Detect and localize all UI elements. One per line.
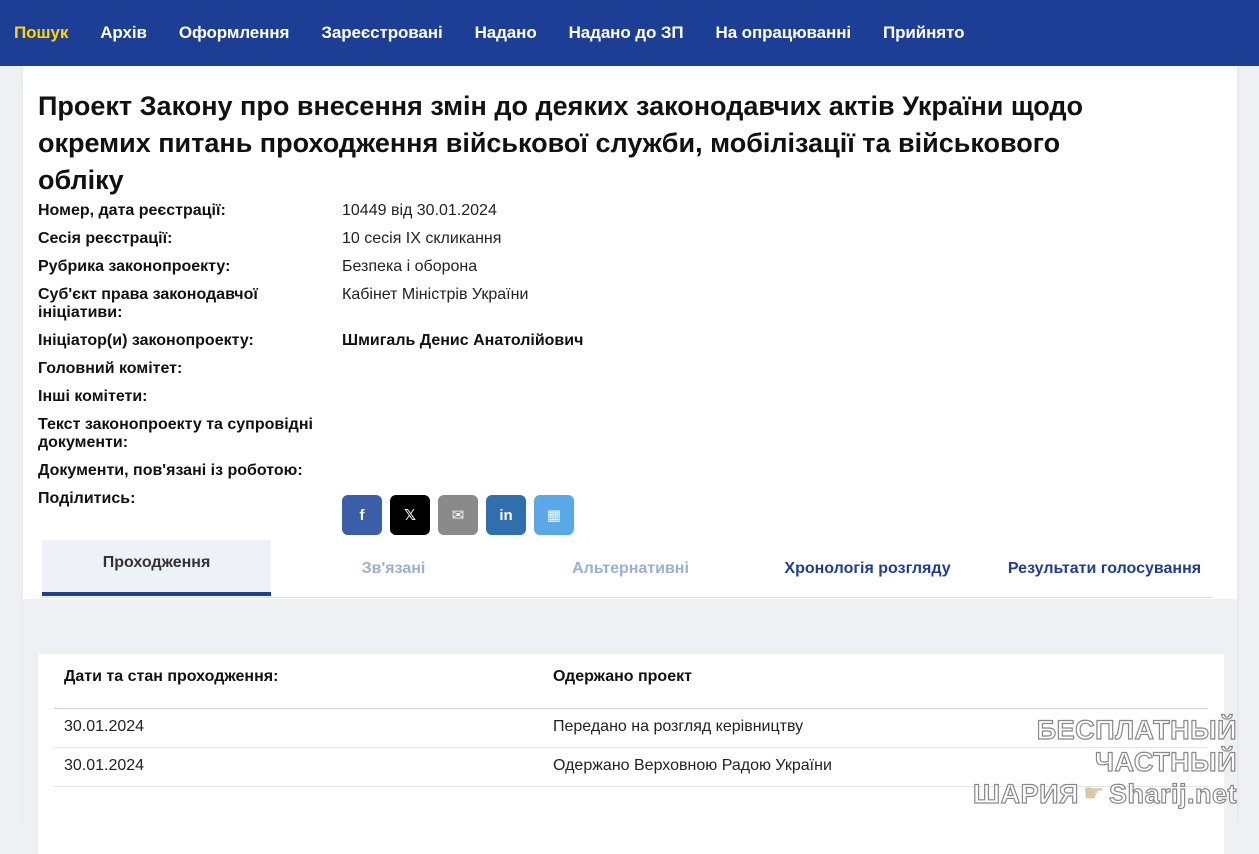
qr-code-icon: ▦: [546, 507, 562, 524]
table-header: Дати та стан проходження: Одержано проек…: [54, 654, 1208, 709]
row-date: 30.01.2024: [64, 757, 145, 774]
watermark-line1: БЕСПЛАТНЫЙ ЧАСТНЫЙ: [1036, 714, 1237, 777]
tab-alternative[interactable]: Альтернативні: [516, 540, 745, 598]
info-value: Кабінет Міністрів України: [342, 286, 529, 303]
initiator-link[interactable]: Шмигаль Денис Анатолійович: [342, 332, 1042, 350]
linkedin-icon: in: [499, 506, 513, 524]
share-buttons: f 𝕏 ✉ in ▦: [342, 495, 574, 535]
nav-item-registered[interactable]: Зареєстровані: [321, 23, 442, 43]
nav-item-submitted[interactable]: Надано: [475, 23, 537, 43]
email-share-button[interactable]: ✉: [438, 495, 478, 535]
nav-item-search[interactable]: Пошук: [14, 23, 68, 43]
row-date: 30.01.2024: [64, 718, 145, 735]
bill-tabs: Проходження Зв'язані Альтернативні Хроно…: [42, 540, 1212, 598]
bill-title: Проект Закону про внесення змін до деяки…: [38, 91, 1084, 195]
nav-item-in-processing[interactable]: На опрацюванні: [716, 23, 852, 43]
info-label: Номер, дата реєстрації:: [38, 202, 226, 219]
x-twitter-icon: 𝕏: [403, 507, 417, 524]
header-dates: Дати та стан проходження:: [64, 668, 279, 685]
info-value: 10449 від 30.01.2024: [342, 202, 497, 219]
watermark-site: Sharij.net: [1108, 778, 1237, 809]
share-label: Поділитись:: [38, 490, 136, 507]
info-value: 10 сесія IX скликання: [342, 230, 502, 247]
info-label: Документи, пов'язані із роботою:: [38, 462, 303, 479]
row-status: Передано на розгляд керівництву: [553, 718, 804, 735]
header-status: Одержано проект: [553, 668, 692, 685]
info-value: Безпека і оборона: [342, 258, 478, 275]
info-label: Суб'єкт права законодавчої ініціативи:: [38, 286, 258, 321]
nav-item-submitted-to-zp[interactable]: Надано до ЗП: [569, 23, 684, 43]
info-label: Головний комітет:: [38, 360, 183, 377]
watermark: БЕСПЛАТНЫЙ ЧАСТНЫЙ ШАРИЯ ☛ Sharij.net: [932, 714, 1237, 810]
facebook-icon: f: [359, 506, 365, 524]
tab-progress[interactable]: Проходження: [42, 540, 271, 596]
linkedin-share-button[interactable]: in: [486, 495, 526, 535]
info-label: Інші комітети:: [38, 388, 148, 405]
top-navigation: Пошук Архів Оформлення Зареєстровані Над…: [0, 0, 1259, 66]
tab-chronology[interactable]: Хронологія розгляду: [753, 540, 982, 598]
info-label: Текст законопроекту та супровідні докуме…: [38, 416, 313, 451]
nav-item-drafting[interactable]: Оформлення: [179, 23, 290, 43]
email-icon: ✉: [451, 507, 465, 524]
qr-code-button[interactable]: ▦: [534, 495, 574, 535]
info-label: Рубрика законопроекту:: [38, 258, 231, 275]
pointing-hand-icon: ☛: [1082, 780, 1105, 807]
info-label: Ініціатор(и) законопроекту:: [38, 332, 254, 349]
x-share-button[interactable]: 𝕏: [390, 495, 430, 535]
nav-item-archive[interactable]: Архів: [100, 23, 147, 43]
tab-related[interactable]: Зв'язані: [279, 540, 508, 598]
watermark-name: ШАРИЯ: [972, 778, 1079, 809]
info-label: Сесія реєстрації:: [38, 230, 173, 247]
nav-item-adopted[interactable]: Прийнято: [883, 23, 964, 43]
tab-voting-results[interactable]: Результати голосування: [990, 540, 1219, 598]
facebook-share-button[interactable]: f: [342, 495, 382, 535]
row-status: Одержано Верховною Радою України: [553, 757, 832, 774]
watermark-line2: ШАРИЯ ☛ Sharij.net: [932, 778, 1237, 810]
bill-card: Проект Закону про внесення змін до деяки…: [23, 66, 1237, 854]
